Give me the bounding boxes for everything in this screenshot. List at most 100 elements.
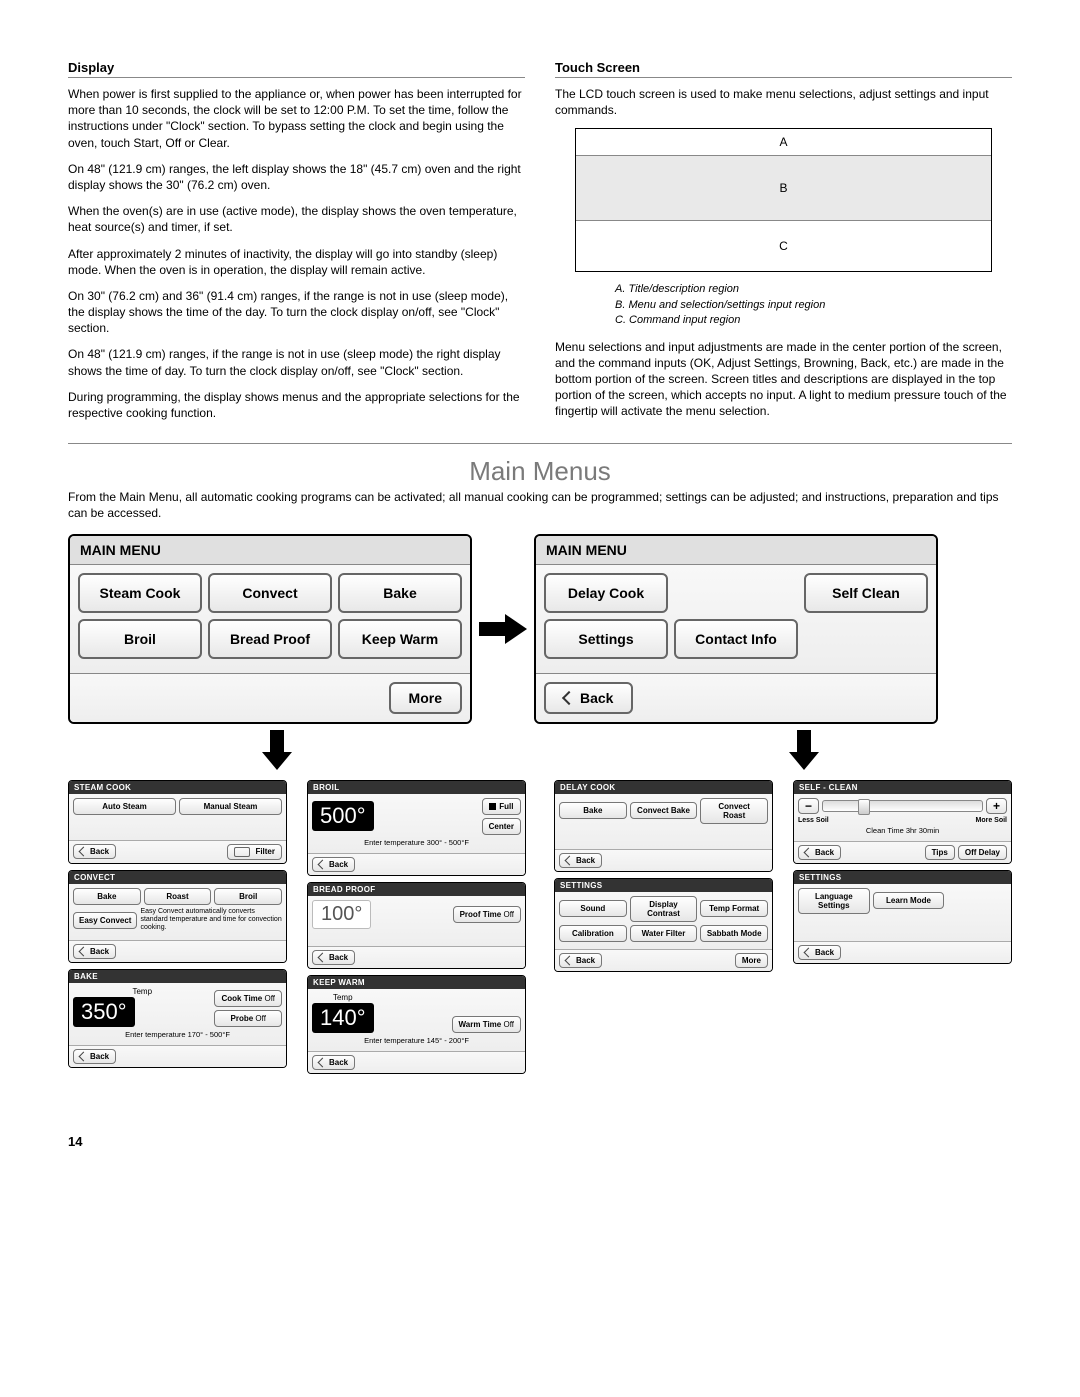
page-number: 14	[68, 1134, 1012, 1149]
off-delay-button[interactable]: Off Delay	[958, 845, 1007, 860]
main-menu-panel-1: MAIN MENU Steam Cook Convect Bake Broil …	[68, 534, 472, 724]
touchscreen-heading: Touch Screen	[555, 60, 1012, 78]
sabbath-mode-button[interactable]: Sabbath Mode	[700, 925, 768, 942]
back-button[interactable]: Back	[559, 853, 602, 868]
bread-proof-screen: BREAD PROOF 100° Proof Time Off Back	[307, 882, 526, 969]
easy-convect-button[interactable]: Easy Convect	[73, 912, 137, 929]
back-button[interactable]: Back	[73, 844, 116, 859]
language-settings-button[interactable]: Language Settings	[798, 888, 870, 914]
display-p5: On 30" (76.2 cm) and 36" (91.4 cm) range…	[68, 288, 525, 337]
back-button[interactable]: Back	[312, 950, 355, 965]
broil-temp-display[interactable]: 500°	[312, 801, 374, 831]
chevron-left-icon	[318, 952, 328, 962]
back-button[interactable]: Back	[312, 1055, 355, 1070]
back-button[interactable]: Back	[798, 845, 841, 860]
region-c: C	[576, 221, 991, 271]
arrow-down-icon	[595, 730, 1012, 770]
bread-proof-button[interactable]: Bread Proof	[208, 619, 332, 659]
keepwarm-temp-range: Enter temperature 145° - 200°F	[312, 1036, 521, 1045]
settings-button[interactable]: Settings	[544, 619, 668, 659]
convect-bake-button[interactable]: Bake	[73, 888, 141, 905]
display-p2: On 48" (121.9 cm) ranges, the left displ…	[68, 161, 525, 193]
delay-cook-button[interactable]: Delay Cook	[544, 573, 668, 613]
broil-button[interactable]: Broil	[78, 619, 202, 659]
cook-time-button[interactable]: Cook Time Off	[214, 990, 282, 1007]
display-p6: On 48" (121.9 cm) ranges, if the range i…	[68, 346, 525, 378]
convect-button[interactable]: Convect	[208, 573, 332, 613]
display-contrast-button[interactable]: Display Contrast	[630, 896, 698, 922]
back-button[interactable]: Back	[73, 944, 116, 959]
filter-icon	[234, 847, 250, 857]
proof-time-button[interactable]: Proof Time Off	[453, 906, 521, 923]
proof-temp-display[interactable]: 100°	[312, 900, 371, 929]
square-icon	[489, 803, 496, 810]
delay-convect-bake-button[interactable]: Convect Bake	[630, 802, 698, 819]
delay-bake-button[interactable]: Bake	[559, 802, 627, 819]
broil-temp-range: Enter temperature 300° - 500°F	[312, 838, 521, 847]
easy-convect-desc: Easy Convect automatically converts stan…	[140, 908, 282, 933]
chevron-left-icon	[79, 946, 89, 956]
steam-cook-screen: STEAM COOK Auto Steam Manual Steam Back …	[68, 780, 287, 864]
calibration-button[interactable]: Calibration	[559, 925, 627, 942]
bake-temp-display[interactable]: 350°	[73, 997, 135, 1027]
chevron-left-icon	[565, 955, 575, 965]
delay-convect-roast-button[interactable]: Convect Roast	[700, 798, 768, 824]
tips-button[interactable]: Tips	[925, 845, 955, 860]
divider	[68, 443, 1012, 444]
region-b: B	[576, 156, 991, 221]
warm-time-button[interactable]: Warm Time Off	[452, 1016, 521, 1033]
arrow-right-icon	[478, 614, 528, 644]
probe-button[interactable]: Probe Off	[214, 1010, 282, 1027]
touchscreen-p1: The LCD touch screen is used to make men…	[555, 86, 1012, 118]
keep-warm-button[interactable]: Keep Warm	[338, 619, 462, 659]
soil-slider[interactable]	[822, 800, 983, 812]
chevron-left-icon	[804, 847, 814, 857]
touchscreen-diagram: A B C	[575, 128, 992, 272]
bake-temp-range: Enter temperature 170° - 500°F	[73, 1030, 282, 1039]
chevron-left-icon	[562, 690, 576, 704]
steam-cook-button[interactable]: Steam Cook	[78, 573, 202, 613]
back-button[interactable]: Back	[544, 682, 633, 714]
back-button[interactable]: Back	[559, 953, 602, 968]
back-button[interactable]: Back	[73, 1049, 116, 1064]
panel2-header: MAIN MENU	[536, 536, 936, 565]
display-p4: After approximately 2 minutes of inactiv…	[68, 246, 525, 278]
arrow-down-icon	[68, 730, 485, 770]
self-clean-button[interactable]: Self Clean	[804, 573, 928, 613]
chevron-left-icon	[79, 1051, 89, 1061]
chevron-left-icon	[318, 859, 328, 869]
convect-roast-button[interactable]: Roast	[144, 888, 212, 905]
clean-time-label: Clean Time 3hr 30min	[798, 826, 1007, 835]
display-p7: During programming, the display shows me…	[68, 389, 525, 421]
contact-info-button[interactable]: Contact Info	[674, 619, 798, 659]
settings-screen-1: SETTINGS Sound Display Contrast Temp For…	[554, 878, 773, 972]
minus-button[interactable]: −	[798, 798, 819, 814]
temp-format-button[interactable]: Temp Format	[700, 900, 768, 917]
learn-mode-button[interactable]: Learn Mode	[873, 892, 945, 909]
convect-broil-button[interactable]: Broil	[214, 888, 282, 905]
less-soil-label: Less Soil	[798, 817, 829, 824]
back-button[interactable]: Back	[312, 857, 355, 872]
full-button[interactable]: Full	[482, 798, 521, 815]
touchscreen-caption: A. Title/description region B. Menu and …	[615, 282, 1012, 328]
back-button[interactable]: Back	[798, 945, 841, 960]
manual-steam-button[interactable]: Manual Steam	[179, 798, 282, 815]
panel1-header: MAIN MENU	[70, 536, 470, 565]
more-button[interactable]: More	[389, 682, 462, 714]
region-a: A	[576, 129, 991, 156]
auto-steam-button[interactable]: Auto Steam	[73, 798, 176, 815]
more-soil-label: More Soil	[975, 817, 1007, 824]
keepwarm-temp-display[interactable]: 140°	[312, 1003, 374, 1033]
chevron-left-icon	[565, 855, 575, 865]
water-filter-button[interactable]: Water Filter	[630, 925, 698, 942]
touchscreen-p2: Menu selections and input adjustments ar…	[555, 339, 1012, 420]
display-p3: When the oven(s) are in use (active mode…	[68, 203, 525, 235]
chevron-left-icon	[79, 847, 89, 857]
bake-button[interactable]: Bake	[338, 573, 462, 613]
sound-button[interactable]: Sound	[559, 900, 627, 917]
bake-screen: BAKE Temp 350° Cook Time Off Probe Off E…	[68, 969, 287, 1068]
more-button[interactable]: More	[735, 953, 768, 968]
center-button[interactable]: Center	[482, 818, 521, 835]
filter-button[interactable]: Filter	[227, 844, 282, 860]
plus-button[interactable]: +	[986, 798, 1007, 814]
